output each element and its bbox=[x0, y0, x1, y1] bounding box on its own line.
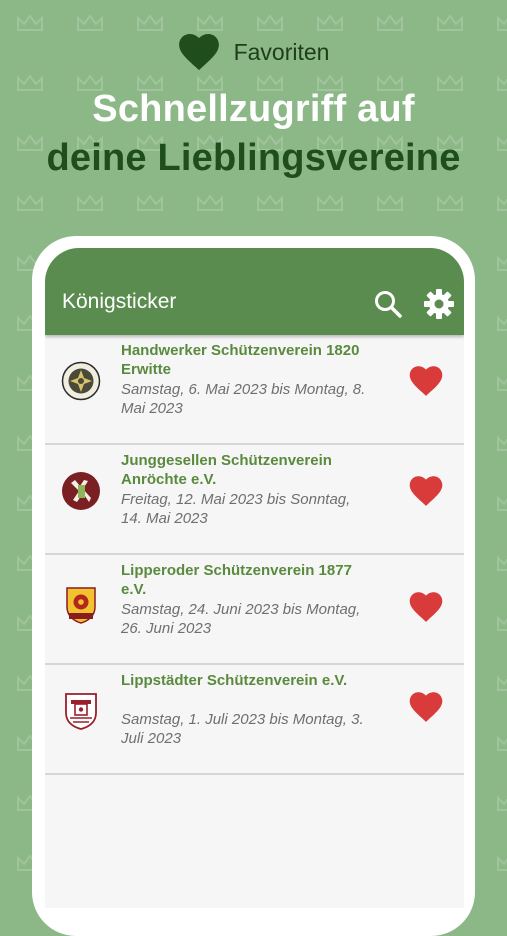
app-title: Königsticker bbox=[62, 290, 177, 313]
promo-header: Favoriten Schnellzugriff auf deine Liebl… bbox=[0, 30, 507, 180]
club-list: Handwerker Schützenverein 1820 Erwitte S… bbox=[45, 335, 464, 775]
club-logo-icon bbox=[65, 693, 97, 730]
club-dates: Freitag, 12. Mai 2023 bis Sonntag, 14. M… bbox=[121, 491, 351, 527]
favorites-label: Favoriten bbox=[233, 38, 330, 65]
club-logo-icon bbox=[66, 587, 96, 624]
list-item-club[interactable]: Lipperoder Schützenverein 1877 e.V. Sams… bbox=[45, 555, 464, 665]
heart-icon bbox=[178, 34, 219, 71]
club-logo-icon bbox=[62, 472, 100, 510]
club-dates: Samstag, 1. Juli 2023 bis Montag, 3. Jul… bbox=[121, 711, 364, 747]
gear-icon bbox=[424, 289, 454, 319]
list-item-club[interactable]: Lippstädter Schützenverein e.V. Samstag,… bbox=[45, 665, 464, 775]
heart-icon[interactable] bbox=[409, 591, 443, 623]
club-name: Junggesellen Schützenverein Anröchte e.V… bbox=[121, 452, 332, 488]
headline-line-2: deine Lieblingsvereine bbox=[46, 137, 461, 179]
search-icon bbox=[375, 291, 402, 318]
list-item-club[interactable]: Handwerker Schützenverein 1820 Erwitte S… bbox=[45, 335, 464, 445]
favorites-badge: Favoriten bbox=[0, 30, 507, 74]
heart-icon[interactable] bbox=[409, 691, 443, 723]
app-screen: Königsticker Handwerker Schützenverein 1… bbox=[45, 248, 464, 908]
heart-icon[interactable] bbox=[409, 475, 443, 507]
heart-icon[interactable] bbox=[409, 365, 443, 397]
club-dates: Samstag, 24. Juni 2023 bis Montag, 26. J… bbox=[121, 601, 361, 637]
list-item-club[interactable]: Junggesellen Schützenverein Anröchte e.V… bbox=[45, 445, 464, 555]
club-logo-icon bbox=[61, 361, 101, 401]
search-button[interactable] bbox=[371, 287, 405, 321]
club-name: Lipperoder Schützenverein 1877 e.V. bbox=[121, 562, 352, 598]
app-bar: Königsticker bbox=[45, 248, 464, 335]
club-name: Lippstädter Schützenverein e.V. bbox=[121, 672, 348, 689]
headline-line-1: Schnellzugriff auf bbox=[92, 88, 415, 130]
club-name: Handwerker Schützenverein 1820 Erwitte bbox=[121, 342, 360, 378]
settings-button[interactable] bbox=[422, 287, 456, 321]
club-dates: Samstag, 6. Mai 2023 bis Montag, 8. Mai … bbox=[121, 381, 366, 417]
